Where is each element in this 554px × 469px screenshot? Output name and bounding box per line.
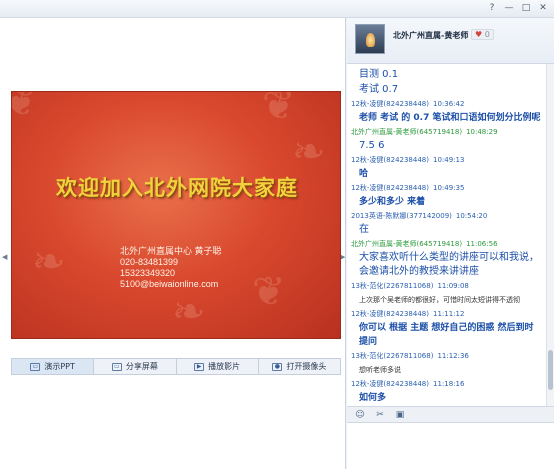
presentation-icon: ▭ <box>30 362 41 371</box>
message-sender[interactable]: 北外广州直属-黄老师(645719418) <box>351 240 462 248</box>
message-time: 10:48:29 <box>466 128 498 136</box>
message-header: 12秋-凌健(824238448) 11:18:16 <box>351 378 542 391</box>
open-camera-button[interactable]: ● 打开摄像头 <box>259 359 340 374</box>
play-video-label: 播放影片 <box>208 362 241 371</box>
message-header: 12秋-凌健(824238448) 10:49:35 <box>351 182 542 195</box>
scissors-icon[interactable]: ✂ <box>375 410 385 420</box>
message-time: 10:49:13 <box>432 156 465 164</box>
message-header: 北外广州直属-黄老师(645719418) 11:06:56 <box>351 238 542 251</box>
message-time: 11:11:12 <box>432 310 465 318</box>
scroll-thumb[interactable] <box>548 350 553 390</box>
heart-icon: ♥ <box>475 30 483 39</box>
message-text: 如何多 <box>359 393 387 403</box>
message-header: 12秋-凌健(824238448) 11:11:12 <box>351 308 542 321</box>
share-screen-label: 分享屏幕 <box>125 362 158 371</box>
contact-line: 北外广州直属中心 黄子聪 <box>120 246 222 256</box>
message-sender[interactable]: 13秋-范化(2267811068) <box>351 282 433 290</box>
camera-icon: ● <box>272 362 283 371</box>
message-text: 7.5 6 <box>359 140 385 151</box>
leaf-decoration: ❦ <box>252 269 286 315</box>
chat-scrollbar[interactable] <box>546 64 554 406</box>
message-sender[interactable]: 12秋-凌健(824238448) <box>351 380 429 388</box>
present-ppt-label: 演示PPT <box>44 362 75 371</box>
input-toolbar: ☺ ✂ ▣ <box>347 406 554 423</box>
message-text: 考试 0.7 <box>359 84 399 95</box>
monitor-icon: ▭ <box>111 362 122 371</box>
message-input[interactable] <box>347 423 554 469</box>
window-controls: ? — □ ✕ <box>485 2 550 14</box>
message-sender[interactable]: 12秋-凌健(824238448) <box>351 310 429 318</box>
message-text: 哈 <box>359 169 369 179</box>
message-sender[interactable]: 2013英语-陈默娜(377142009) <box>351 212 452 220</box>
presentation-pane: ◀ ▶ ❦ ❦ ❧ ❧ ❦ ❧ 欢迎加入北外网院大家庭 北外广州直属中心 黄子聪… <box>0 18 346 469</box>
status-badge[interactable]: ♥ 0 <box>471 29 494 40</box>
message-text: 在 <box>359 224 369 235</box>
message-header: 13秋-范化(2267811068) 11:09:08 <box>351 280 542 293</box>
ppt-slide: ❦ ❦ ❧ ❧ ❦ ❧ 欢迎加入北外网院大家庭 北外广州直属中心 黄子聪 020… <box>11 91 341 339</box>
leaf-decoration: ❦ <box>262 91 296 129</box>
message-header: 12秋-凌健(824238448) 10:36:42 <box>351 98 542 111</box>
message-sender[interactable]: 12秋-凌健(824238448) <box>351 100 429 108</box>
title-bar: ? — □ ✕ <box>0 0 554 18</box>
message-header: 13秋-范化(2267811068) 11:12:36 <box>351 350 542 363</box>
message-time: 11:09:08 <box>437 282 469 290</box>
message-text: 想听老师多说 <box>359 366 401 374</box>
message-sender[interactable]: 12秋-凌健(824238448) <box>351 184 429 192</box>
message-text: 老师 考试 的 0.7 笔试和口语如何划分比例呢 <box>359 113 541 123</box>
message-text: 大家喜欢听什么类型的讲座可以和我说，会邀请北外的教授来讲讲座 <box>359 252 539 277</box>
message-header: 12秋-凌健(824238448) 10:49:13 <box>351 154 542 167</box>
slide-title: 欢迎加入北外网院大家庭 <box>56 175 298 200</box>
message-time: 10:49:35 <box>432 184 465 192</box>
close-icon[interactable]: ✕ <box>536 2 550 14</box>
message-time: 10:54:20 <box>455 212 488 220</box>
message-text: 多少和多少 来着 <box>359 197 426 207</box>
share-screen-button[interactable]: ▭ 分享屏幕 <box>94 359 177 374</box>
minimize-icon[interactable]: — <box>502 2 516 14</box>
help-icon[interactable]: ? <box>485 2 499 14</box>
leaf-decoration: ❧ <box>172 289 206 335</box>
contact-line: 15323349320 <box>120 268 176 278</box>
message-text: 目测 0.1 <box>359 69 399 80</box>
message-header: 2013英语-陈默娜(377142009) 10:54:20 <box>351 210 542 223</box>
message-text: 上次那个吴老师的都很好，可惜时间太短讲得不透彻 <box>359 296 520 304</box>
message-time: 11:18:16 <box>432 380 465 388</box>
profile-header: 北外广州直属-黄老师 ♥ 0 <box>347 18 554 64</box>
contact-line: 5100@beiwaionline.com <box>120 279 219 289</box>
image-icon[interactable]: ▣ <box>395 410 405 420</box>
leaf-decoration: ❦ <box>12 92 38 122</box>
chat-messages[interactable]: 目测 0.1 考试 0.7 12秋-凌健(824238448) 10:36:42 老师 … <box>347 64 546 406</box>
message-time: 10:36:42 <box>432 100 465 108</box>
avatar[interactable] <box>355 24 385 54</box>
message-header: 北外广州直属-黄老师(645719418) 10:48:29 <box>351 126 542 139</box>
maximize-icon[interactable]: □ <box>519 2 533 14</box>
message-sender[interactable]: 13秋-范化(2267811068) <box>351 352 433 360</box>
slide-contact: 北外广州直属中心 黄子聪 020-83481399 15323349320 51… <box>120 246 222 290</box>
film-icon: ▶ <box>194 362 205 371</box>
play-video-button[interactable]: ▶ 播放影片 <box>177 359 259 374</box>
message-sender[interactable]: 北外广州直属-黄老师(645719418) <box>351 128 462 136</box>
leaf-decoration: ❧ <box>292 129 326 175</box>
present-ppt-button[interactable]: ▭ 演示PPT <box>12 359 95 374</box>
profile-name: 北外广州直属-黄老师 <box>393 31 469 40</box>
open-camera-label: 打开摄像头 <box>286 362 327 371</box>
message-sender[interactable]: 12秋-凌健(824238448) <box>351 156 429 164</box>
badge-count: 0 <box>484 30 490 39</box>
collapse-left-icon[interactable]: ◀ <box>2 252 8 262</box>
message-time: 11:12:36 <box>437 352 469 360</box>
leaf-decoration: ❧ <box>32 239 66 285</box>
chat-pane: 北外广州直属-黄老师 ♥ 0 目测 0.1 考试 0.7 12秋-凌健(824238… <box>347 18 554 469</box>
message-text: 你可以 根据 主题 想好自己的困惑 然后到时 提问 <box>359 323 534 347</box>
emoji-icon[interactable]: ☺ <box>355 410 365 420</box>
presentation-toolbar: ▭ 演示PPT ▭ 分享屏幕 ▶ 播放影片 ● 打开摄像头 <box>11 358 341 375</box>
message-time: 11:06:56 <box>466 240 498 248</box>
contact-line: 020-83481399 <box>120 257 179 267</box>
